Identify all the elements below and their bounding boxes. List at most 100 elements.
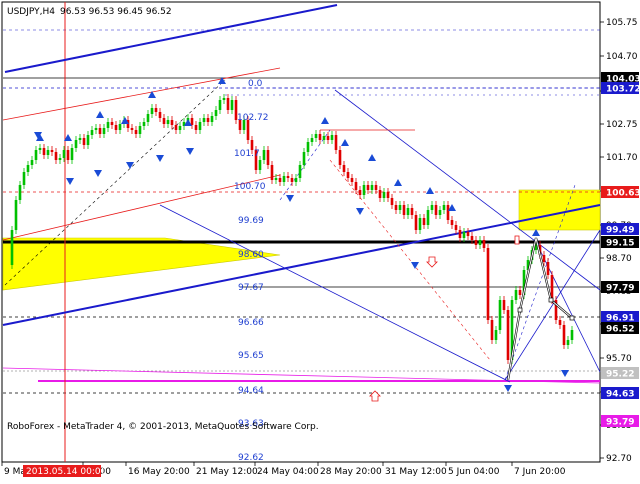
candle-body <box>442 205 446 210</box>
time-tick-label: 5 Jun 04:00 <box>448 467 500 477</box>
candle-body <box>370 185 374 190</box>
candle-body <box>58 158 62 160</box>
candle-body <box>486 248 490 320</box>
candle-body <box>18 185 22 200</box>
candle-body <box>426 210 430 225</box>
candle-body <box>342 165 346 172</box>
fib-label: 0.0 <box>248 79 263 89</box>
candle-body <box>286 176 290 178</box>
price-tag-label: 96.52 <box>606 325 634 335</box>
date-highlight-label: 2013.05.14 00:00 <box>26 467 107 477</box>
candle-body <box>350 178 354 182</box>
candle-body <box>218 100 222 110</box>
wave-point-1 <box>517 307 523 313</box>
candle-body <box>10 230 14 265</box>
candle-body <box>366 185 370 190</box>
candle-body <box>142 122 146 126</box>
candle-body <box>386 192 390 198</box>
candle-body <box>306 142 310 152</box>
candle-body <box>454 225 458 230</box>
candle-body <box>106 122 110 128</box>
fib-label: 99.69 <box>238 216 264 226</box>
ohlc-values: 96.53 96.53 96.45 96.52 <box>60 7 172 17</box>
candle-body <box>390 198 394 205</box>
price-tag-label: 100.63 <box>606 189 640 199</box>
candle-body <box>266 150 270 165</box>
candle-body <box>222 98 226 100</box>
candle-body <box>118 124 122 130</box>
candle-body <box>474 240 478 245</box>
candle-body <box>490 320 494 340</box>
candle-body <box>410 208 414 215</box>
candle-body <box>74 140 78 148</box>
fib-label: 96.66 <box>238 318 264 328</box>
price-tag: 96.52 <box>601 322 639 335</box>
candle-body <box>326 136 330 140</box>
candle-body <box>158 112 162 118</box>
symbol-timeframe: USDJPY,H4 <box>7 7 55 17</box>
candle-body <box>438 210 442 215</box>
candle-body <box>98 128 102 134</box>
candle-body <box>466 232 470 236</box>
price-tick-label: 92.70 <box>606 454 632 464</box>
price-tag-label: 99.49 <box>606 226 634 236</box>
candle-body <box>26 165 30 172</box>
candle-body <box>398 205 402 210</box>
candle-body <box>518 290 522 295</box>
time-tick-label: 24 May 04:00 <box>257 467 319 477</box>
candle-body <box>290 178 294 182</box>
candle-body <box>502 300 506 310</box>
price-tag-label: 95.22 <box>606 370 634 380</box>
chart-title: USDJPY,H4 96.53 96.53 96.45 96.52 <box>7 7 172 17</box>
candle-body <box>498 300 502 330</box>
chart-window[interactable]: 0.0 102.72 101.7 100.70 99.69 98.60 97.6… <box>0 0 640 480</box>
candle-body <box>46 150 50 155</box>
price-tag-label: 97.79 <box>606 284 634 294</box>
candle-body <box>14 200 18 230</box>
fib-label: 94.64 <box>238 386 264 396</box>
fib-label: 100.70 <box>234 182 266 192</box>
candle-body <box>90 130 94 135</box>
price-tag-label: 93.79 <box>606 418 634 428</box>
candle-body <box>546 262 550 275</box>
candle-body <box>402 205 406 215</box>
candle-body <box>302 152 306 165</box>
candle-body <box>270 165 274 180</box>
candle-body <box>42 148 46 155</box>
candle-body <box>374 185 378 190</box>
candle-body <box>230 100 234 110</box>
red-marker-icon <box>514 235 520 245</box>
candle-body <box>274 178 278 180</box>
wave-point-3 <box>569 315 575 321</box>
yellow-zone-right <box>518 189 601 231</box>
time-tick-label: 28 May 20:00 <box>320 467 382 477</box>
candle-body <box>382 192 386 198</box>
candle-body <box>430 205 434 210</box>
candle-body <box>62 150 66 158</box>
candle-body <box>194 125 198 130</box>
candle-body <box>138 126 142 134</box>
price-tick-label: 104.70 <box>606 52 638 62</box>
candle-body <box>174 125 178 130</box>
candle-body <box>54 152 58 160</box>
candle-body <box>462 232 466 238</box>
candle-body <box>150 108 154 114</box>
price-tag: 96.91 <box>601 311 639 324</box>
candle-body <box>446 205 450 220</box>
candle-body <box>190 118 194 125</box>
candle-body <box>494 330 498 340</box>
price-tick-label: 101.70 <box>606 153 638 163</box>
candle-body <box>298 165 302 178</box>
candle-body <box>282 176 286 182</box>
candle-body <box>198 122 202 130</box>
price-tick-label: 98.70 <box>606 254 632 264</box>
fib-label: 92.62 <box>238 453 264 463</box>
price-chart[interactable]: 0.0 102.72 101.7 100.70 99.69 98.60 97.6… <box>0 0 640 480</box>
candle-body <box>114 125 118 130</box>
candle-body <box>362 185 366 195</box>
candle-body <box>354 182 358 190</box>
candle-body <box>422 218 426 225</box>
candle-body <box>154 108 158 112</box>
fib-label: 102.72 <box>237 113 269 123</box>
candle-body <box>346 172 350 178</box>
